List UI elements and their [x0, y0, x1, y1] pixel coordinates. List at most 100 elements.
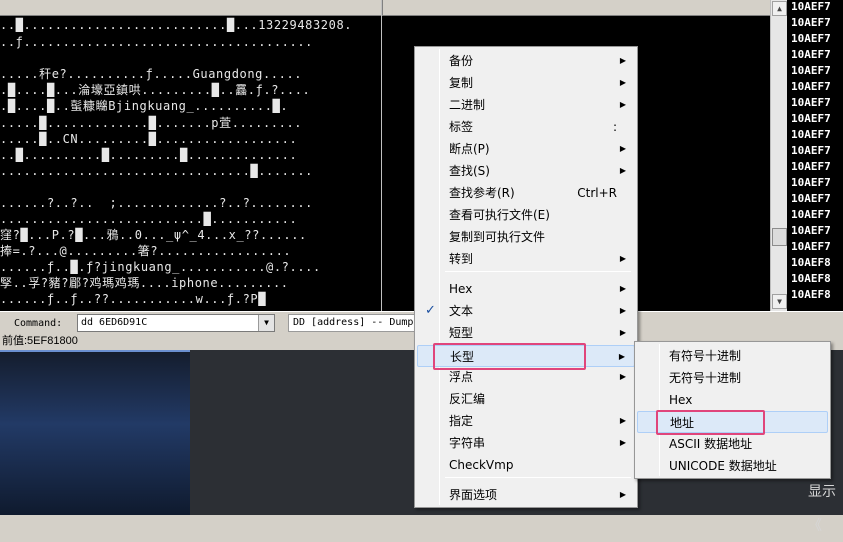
submenu-arrow-icon: ▶ — [619, 100, 626, 109]
stack-row[interactable]: 10AEF7 — [791, 47, 831, 63]
submenu-arrow-icon: ▶ — [619, 166, 626, 175]
memory-dump-pane[interactable]: ..█..........................█...1322948… — [0, 0, 770, 311]
menu-item-label: 查找(S) — [449, 164, 490, 178]
submenu-arrow-icon: ▶ — [619, 416, 626, 425]
context-menu: 备份 ▶ 复制 ▶ 二进制 ▶ 标签: 断点(P) ▶ 查找(S) ▶ 查找参考(R) Ctrl+R 查看… — [414, 46, 638, 508]
stack-row[interactable]: 10AEF7 — [791, 175, 831, 191]
submenu-arrow-icon: ▶ — [619, 306, 626, 315]
scroll-up-button[interactable]: ▲ — [772, 1, 787, 16]
menu-item-label: 反汇编 — [449, 392, 486, 406]
menu-item[interactable]: CheckVmp — [417, 454, 635, 476]
stack-row[interactable]: 10AEF7 — [791, 79, 831, 95]
menu-item-label: 查看可执行文件(E) — [449, 208, 550, 222]
dump-line: 孯..孚?豬?郿?鸡瑪鸡瑪....iphone......... — [0, 276, 289, 290]
menu-item-label: 指定 — [449, 414, 474, 428]
menu-separator — [445, 477, 631, 478]
menu-item[interactable]: 备份 ▶ — [417, 50, 635, 72]
menu-item[interactable]: 标签: — [417, 116, 635, 138]
dump-line: .█....█...淪壕亞鎮哄.........█..靐.ƒ.?.... — [0, 83, 311, 97]
stack-row[interactable]: 10AEF8 — [791, 255, 831, 271]
dump-line: 窪?█...P.?█...鴉..0..._ψ^_4...x_??...... — [0, 228, 307, 242]
menu-item[interactable]: 查找参考(R) Ctrl+R — [417, 182, 635, 204]
submenu-item-label: 有符号十进制 — [669, 349, 742, 363]
stack-row[interactable]: 10AEF7 — [791, 95, 831, 111]
menu-item-label: 标签 — [449, 120, 474, 134]
submenu-item-label: Hex — [669, 393, 693, 407]
menu-item-label: Hex — [449, 282, 473, 296]
submenu-arrow-icon: ▶ — [619, 372, 626, 381]
stack-row[interactable]: 10AEF8 — [791, 271, 831, 287]
scroll-down-button[interactable]: ▼ — [772, 294, 787, 309]
submenu-item[interactable]: ASCII 数据地址 — [637, 433, 828, 455]
menu-item[interactable]: Hex ▶ — [417, 278, 635, 300]
dump-line: ................................█....... — [0, 164, 313, 178]
command-label: Command: — [14, 318, 63, 329]
stack-row[interactable]: 10AEF7 — [791, 239, 831, 255]
stack-row[interactable]: 10AEF7 — [791, 127, 831, 143]
stack-row[interactable]: 10AEF7 — [791, 15, 831, 31]
background-window-border — [0, 350, 190, 352]
dump-line: ......ƒ..ƒ..??...........w...ƒ.?P█ — [0, 292, 267, 306]
menu-item[interactable]: 指定 ▶ — [417, 410, 635, 432]
dump-line: ..ƒ..................................... — [0, 35, 313, 49]
stack-pane[interactable]: 10AEF7 10AEF7 10AEF7 10AEF7 10AEF7 10AEF7 10AE… — [787, 0, 843, 311]
stack-row[interactable]: 10AEF7 — [791, 191, 831, 207]
menu-item[interactable]: ✓ 文本 ▶ — [417, 300, 635, 322]
menu-separator — [445, 271, 631, 272]
menu-item[interactable]: 查找(S) ▶ — [417, 160, 635, 182]
menu-item[interactable]: 字符串 ▶ — [417, 432, 635, 454]
menu-item[interactable]: 二进制 ▶ — [417, 94, 635, 116]
menu-item[interactable]: 查看可执行文件(E) — [417, 204, 635, 226]
menu-item[interactable]: 复制到可执行文件 — [417, 226, 635, 248]
background-text-line: 《 — [808, 517, 822, 533]
menu-item-label: 文本 — [449, 304, 474, 318]
stack-row[interactable]: 10AEF8 — [791, 287, 831, 303]
dump-line: ..........................█........... — [0, 212, 298, 226]
dump-line: .....秆e?..........ƒ.....Guangdong..... — [0, 67, 303, 81]
menu-item-label: 备份 — [449, 54, 474, 68]
command-dropdown-button[interactable]: ▼ — [258, 315, 274, 331]
submenu-item[interactable]: 有符号十进制 — [637, 345, 828, 367]
stack-row[interactable]: 10AEF7 — [791, 111, 831, 127]
menu-item-shortcut: Ctrl+R — [577, 186, 617, 200]
menu-item[interactable]: 反汇编 — [417, 388, 635, 410]
highlight-box-address — [656, 410, 765, 435]
menu-item[interactable]: 短型 ▶ — [417, 322, 635, 344]
stack-row[interactable]: 10AEF7 — [791, 0, 831, 15]
stack-row[interactable]: 10AEF7 — [791, 159, 831, 175]
highlight-box-long-type — [433, 343, 586, 370]
submenu-arrow-icon: ▶ — [619, 438, 626, 447]
stack-row[interactable]: 10AEF7 — [791, 207, 831, 223]
command-hint: DD [address] -- Dump — [288, 314, 418, 332]
submenu-arrow-icon: ▶ — [618, 352, 625, 361]
menu-item[interactable]: 界面选项 ▶ — [417, 484, 635, 506]
stack-row[interactable]: 10AEF7 — [791, 143, 831, 159]
dump-vertical-scrollbar[interactable]: ▲ ▼ — [770, 0, 787, 311]
dump-line: .....█.............█.......p萓......... — [0, 116, 303, 130]
command-input[interactable]: dd 6ED6D91C — [77, 314, 275, 332]
submenu-item-label: 无符号十进制 — [669, 371, 742, 385]
stack-row[interactable]: 10AEF7 — [791, 223, 831, 239]
dump-line: .█....█..蟚糠矊Bjingkuang_..........█. — [0, 99, 289, 113]
menu-item[interactable]: 复制 ▶ — [417, 72, 635, 94]
submenu-arrow-icon: ▶ — [619, 490, 626, 499]
menu-item-label: 查找参考(R) — [449, 186, 515, 200]
dump-column-divider — [381, 0, 382, 311]
check-icon: ✓ — [425, 303, 436, 318]
menu-item-label: 短型 — [449, 326, 474, 340]
menu-item[interactable]: 断点(P) ▶ — [417, 138, 635, 160]
submenu-arrow-icon: ▶ — [619, 328, 626, 337]
submenu-item[interactable]: 无符号十进制 — [637, 367, 828, 389]
dump-line: ..█..........................█...1322948… — [0, 18, 353, 32]
scroll-thumb[interactable] — [772, 228, 787, 246]
menu-item-label: 复制 — [449, 76, 474, 90]
dump-line: .....█..CN.........█.................. — [0, 132, 298, 146]
submenu-item[interactable]: UNICODE 数据地址 — [637, 455, 828, 477]
menu-item-label: 二进制 — [449, 98, 486, 112]
submenu-item[interactable]: Hex — [637, 389, 828, 411]
stack-row[interactable]: 10AEF7 — [791, 31, 831, 47]
stack-row[interactable]: 10AEF7 — [791, 63, 831, 79]
menu-item[interactable]: 转到 ▶ — [417, 248, 635, 270]
submenu-arrow-icon: ▶ — [619, 284, 626, 293]
menu-item-label: 断点(P) — [449, 142, 490, 156]
